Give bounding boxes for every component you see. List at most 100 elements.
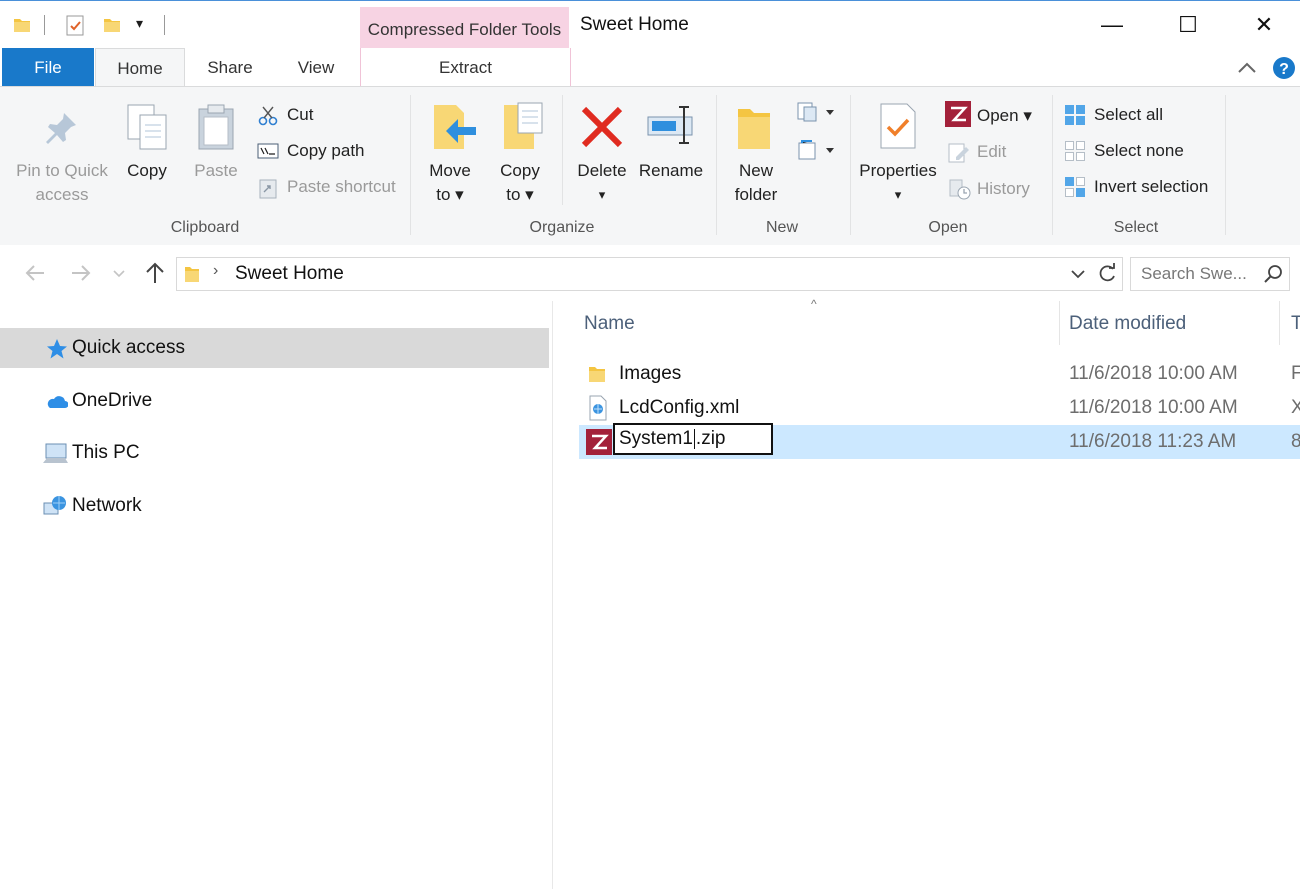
- properties-qat-icon[interactable]: [64, 14, 86, 36]
- svg-text:?: ?: [1279, 61, 1289, 78]
- delete-icon: [580, 105, 624, 149]
- collapse-ribbon-icon[interactable]: [1236, 58, 1258, 76]
- file-name: LcdConfig.xml: [619, 397, 740, 418]
- up-arrow-icon[interactable]: [144, 261, 166, 285]
- rename-text-after-caret: .zip: [695, 428, 726, 449]
- file-type: 8: [1291, 431, 1300, 452]
- file-row-system1-zip[interactable]: System1 .zip 11/6/2018 11:23 AM 8: [579, 423, 1300, 459]
- pin-label-line1: Pin to Quick: [16, 161, 108, 180]
- invert-selection-button[interactable]: Invert selection: [1094, 175, 1208, 199]
- address-folder-icon: [183, 264, 201, 284]
- ribbon-separator: [562, 95, 563, 205]
- new-folder-icon: [736, 103, 772, 151]
- network-icon: [42, 495, 68, 517]
- cloud-icon: [44, 393, 68, 409]
- nav-item-network[interactable]: Network: [0, 486, 549, 526]
- pin-icon: [42, 109, 80, 147]
- invert-selection-icon: [1064, 176, 1086, 198]
- paste-button[interactable]: Paste: [186, 159, 246, 183]
- recent-locations-icon[interactable]: [112, 269, 126, 279]
- delete-button[interactable]: Delete ▾: [570, 159, 634, 207]
- nav-label: Quick access: [72, 337, 185, 358]
- organize-group-label: Organize: [529, 219, 595, 236]
- window-title: Sweet Home: [580, 14, 689, 35]
- refresh-icon[interactable]: [1097, 263, 1117, 285]
- easy-access-icon[interactable]: [796, 139, 838, 161]
- nav-item-quick-access[interactable]: Quick access: [0, 328, 549, 368]
- text-caret: [693, 428, 695, 449]
- copy-path-button[interactable]: Copy path: [287, 139, 365, 163]
- move-to-line2: to: [436, 185, 451, 204]
- new-group-label: New: [765, 219, 798, 236]
- new-folder-qat-icon[interactable]: [102, 15, 122, 35]
- navigation-pane: Quick access OneDrive This PC Network: [0, 301, 553, 889]
- file-row-lcdconfig[interactable]: LcdConfig.xml 11/6/2018 10:00 AM X: [579, 391, 1300, 425]
- ribbon-separator: [1052, 95, 1053, 235]
- scissors-icon: [258, 105, 278, 127]
- ribbon-separator: [410, 95, 411, 235]
- copy-button[interactable]: Copy: [118, 159, 176, 183]
- copy-to-line2: to: [506, 185, 521, 204]
- new-item-icon[interactable]: [796, 101, 838, 123]
- history-button[interactable]: History: [977, 177, 1030, 201]
- help-icon[interactable]: ?: [1272, 56, 1296, 80]
- select-all-button[interactable]: Select all: [1094, 103, 1163, 127]
- new-folder-line2: folder: [734, 185, 778, 204]
- star-icon: [46, 338, 68, 359]
- file-type: X: [1291, 397, 1300, 418]
- file-date: 11/6/2018 10:00 AM: [1069, 397, 1238, 418]
- file-date: 11/6/2018 11:23 AM: [1069, 431, 1237, 452]
- clipboard-group-label: Clipboard: [170, 219, 240, 236]
- zip-app-icon: [945, 101, 971, 127]
- qat-divider: [44, 15, 45, 35]
- zip-file-icon: [586, 429, 612, 455]
- cut-button[interactable]: Cut: [287, 103, 313, 127]
- column-divider[interactable]: [1279, 301, 1280, 345]
- address-bar[interactable]: › Sweet Home: [176, 257, 1123, 291]
- pin-to-quick-access-button[interactable]: Pin to Quick access: [8, 159, 116, 207]
- file-row-images[interactable]: Images 11/6/2018 10:00 AM F: [579, 357, 1300, 391]
- file-name: Images: [619, 363, 682, 384]
- column-header-date[interactable]: Date modified: [1069, 313, 1186, 335]
- folder-icon: [587, 364, 607, 384]
- column-divider[interactable]: [1059, 301, 1060, 345]
- delete-label: Delete: [577, 161, 627, 180]
- search-icon[interactable]: [1263, 264, 1283, 284]
- address-dropdown-icon[interactable]: [1069, 267, 1087, 281]
- breadcrumb-chevron-icon[interactable]: ›: [213, 262, 218, 280]
- maximize-button[interactable]: ☐: [1150, 1, 1226, 49]
- rename-text-before-caret: System1: [619, 428, 693, 449]
- column-header-type[interactable]: T: [1291, 313, 1300, 335]
- new-folder-button[interactable]: New folder: [724, 159, 788, 207]
- rename-button[interactable]: Rename: [638, 159, 704, 183]
- minimize-button[interactable]: —: [1074, 1, 1150, 49]
- tab-view[interactable]: View: [278, 48, 354, 86]
- xml-file-icon: [588, 395, 608, 421]
- tab-home[interactable]: Home: [95, 48, 185, 87]
- open-button[interactable]: Open ▾: [977, 104, 1032, 128]
- back-arrow-icon[interactable]: [24, 263, 46, 283]
- nav-item-this-pc[interactable]: This PC: [0, 433, 549, 473]
- paste-shortcut-button[interactable]: Paste shortcut: [287, 175, 396, 199]
- close-button[interactable]: ✕: [1226, 1, 1300, 49]
- tab-file[interactable]: File: [2, 48, 94, 86]
- column-header-name[interactable]: Name: [584, 313, 635, 335]
- rename-input[interactable]: System1 .zip: [613, 423, 773, 455]
- select-none-button[interactable]: Select none: [1094, 139, 1184, 163]
- tab-extract[interactable]: Extract: [360, 48, 571, 86]
- copy-to-button[interactable]: Copy to ▾: [490, 159, 550, 207]
- select-all-icon: [1064, 104, 1086, 126]
- move-to-button[interactable]: Move to ▾: [420, 159, 480, 207]
- nav-item-onedrive[interactable]: OneDrive: [0, 381, 549, 421]
- search-box[interactable]: Search Swe...: [1130, 257, 1290, 291]
- ribbon: Pin to Quick access Copy Paste Cut Copy …: [0, 86, 1300, 246]
- tab-share[interactable]: Share: [190, 48, 270, 86]
- edit-button[interactable]: Edit: [977, 140, 1006, 164]
- folder-icon[interactable]: [12, 15, 32, 35]
- move-to-icon: [430, 101, 480, 153]
- breadcrumb-sweet-home[interactable]: Sweet Home: [235, 263, 344, 285]
- properties-button[interactable]: Properties ▾: [856, 159, 940, 207]
- qat-dropdown-icon[interactable]: ▾: [136, 15, 143, 32]
- forward-arrow-icon[interactable]: [70, 263, 92, 283]
- title-bar: ▾ Compressed Folder Tools Sweet Home — ☐…: [0, 0, 1300, 49]
